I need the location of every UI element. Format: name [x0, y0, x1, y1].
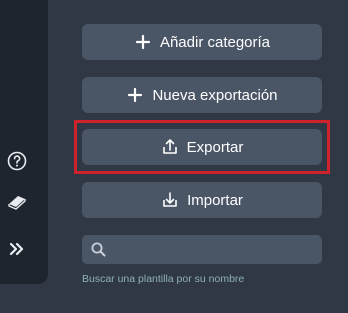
- search-input[interactable]: [106, 234, 322, 265]
- new-export-button[interactable]: Nueva exportación: [82, 77, 322, 113]
- import-label: Importar: [187, 191, 243, 209]
- left-sidebar: [0, 0, 48, 284]
- search-hint: Buscar una plantilla por su nombre: [82, 273, 245, 285]
- double-chevron-right-icon[interactable]: [6, 238, 28, 260]
- add-category-label: Añadir categoría: [159, 33, 271, 51]
- panel-root: Añadir categoría Nueva exportación Expor…: [0, 0, 348, 313]
- plus-icon: [134, 33, 152, 51]
- search-icon: [90, 242, 106, 258]
- add-category-button[interactable]: Añadir categoría: [82, 24, 322, 60]
- help-icon[interactable]: [6, 150, 28, 172]
- upload-icon: [161, 138, 179, 156]
- plus-icon: [126, 86, 144, 104]
- export-label: Exportar: [186, 138, 244, 156]
- import-button[interactable]: Importar: [82, 182, 322, 218]
- book-icon[interactable]: [6, 190, 28, 212]
- search-box[interactable]: [82, 234, 322, 265]
- new-export-label: Nueva exportación: [152, 86, 278, 104]
- download-icon: [161, 191, 179, 209]
- export-button[interactable]: Exportar: [82, 129, 322, 165]
